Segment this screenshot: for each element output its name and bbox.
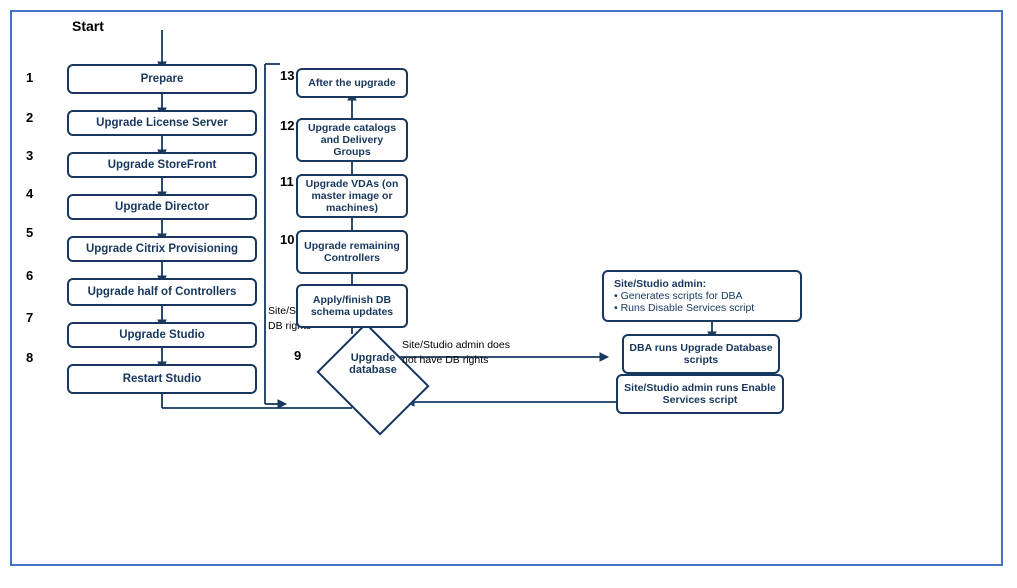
apply-finish-box: Apply/finish DB schema updates [296,284,408,328]
step-box-4: Upgrade Director [67,194,257,220]
step-box-2: Upgrade License Server [67,110,257,136]
step-box-11: Upgrade VDAs (on master image or machine… [296,174,408,218]
step-num-6: 6 [26,268,33,283]
left-bracket [260,64,310,424]
diamond-9: Upgradedatabase [308,334,398,406]
step-box-3: Upgrade StoreFront [67,152,257,178]
site-studio-admin-box: Site/Studio admin: • Generates scripts f… [602,270,802,322]
step-num-1: 1 [26,70,33,85]
step-num-5: 5 [26,225,33,240]
start-label: Start [72,18,104,34]
step-num-4: 4 [26,186,33,201]
step-num-2: 2 [26,110,33,125]
step-box-6: Upgrade half of Controllers [67,278,257,306]
diamond-label-9: Upgradedatabase [328,352,418,376]
step-box-1: Prepare [67,64,257,94]
step-num-8: 8 [26,350,33,365]
step-box-5: Upgrade Citrix Provisioning [67,236,257,262]
step-box-8: Restart Studio [67,364,257,394]
step-box-13: After the upgrade [296,68,408,98]
step-box-7: Upgrade Studio [67,322,257,348]
note-no-db-rights: Site/Studio admin doesnot have DB rights [402,338,542,367]
step-num-7: 7 [26,310,33,325]
step-box-10: Upgrade remaining Controllers [296,230,408,274]
step-num-3: 3 [26,148,33,163]
flowchart-container: Start [10,10,1003,566]
dba-runs-box: DBA runs Upgrade Database scripts [622,334,780,374]
enable-services-box: Site/Studio admin runs Enable Services s… [616,374,784,414]
step-box-12: Upgrade catalogs and Delivery Groups [296,118,408,162]
